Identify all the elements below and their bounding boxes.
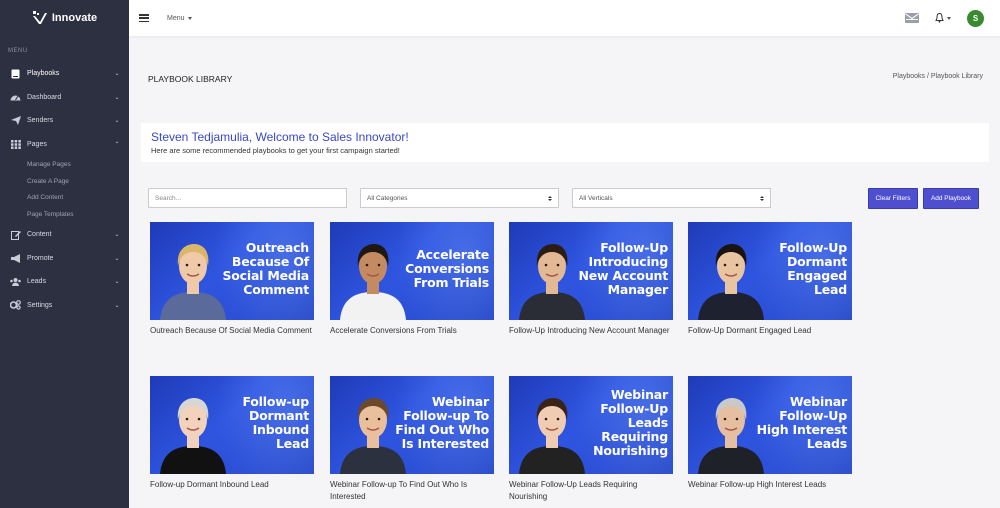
sidebar-item-leads[interactable]: Leads ⌄ bbox=[0, 270, 129, 294]
search-input[interactable] bbox=[148, 188, 347, 208]
playbook-thumbnail-title: Follow-up Dormant Inbound Lead bbox=[242, 394, 309, 451]
chevron-down-icon: ⌄ bbox=[114, 71, 120, 78]
sidebar-item-label: Playbooks bbox=[27, 70, 60, 78]
playbook-caption[interactable]: Follow-Up Introducing New Account Manage… bbox=[509, 325, 674, 337]
welcome-heading: Steven Tedjamulia, Welcome to Sales Inno… bbox=[151, 130, 409, 144]
welcome-subtext: Here are some recommended playbooks to g… bbox=[151, 146, 400, 155]
megaphone-icon bbox=[10, 253, 21, 263]
vertical-select-value: All Verticals bbox=[579, 194, 613, 202]
top-menu-label: Menu bbox=[167, 14, 185, 22]
category-select[interactable]: All Categories bbox=[360, 188, 559, 208]
playbook-thumbnail-title: Outreach Because Of Social Media Comment bbox=[222, 240, 309, 297]
top-right-actions: S bbox=[905, 0, 984, 36]
playbook-thumbnail-title: Webinar Follow-up To Find Out Who Is Int… bbox=[395, 394, 489, 451]
chevron-down-icon: ⌄ bbox=[114, 232, 120, 239]
sidebar-item-dashboard[interactable]: Dashboard ⌄ bbox=[0, 86, 129, 110]
breadcrumb[interactable]: Playbooks / Playbook Library bbox=[893, 73, 983, 80]
playbook-card[interactable]: Follow-Up Introducing New Account Manage… bbox=[509, 222, 674, 337]
sidebar-item-label: Leads bbox=[27, 278, 47, 286]
logo-icon bbox=[32, 10, 48, 26]
playbook-caption[interactable]: Outreach Because Of Social Media Comment bbox=[150, 325, 315, 337]
chevron-up-icon: ⌃ bbox=[114, 141, 120, 148]
sidebar-subitem-add-content[interactable]: Add Content bbox=[0, 190, 129, 207]
playbook-card[interactable]: Outreach Because Of Social Media Comment… bbox=[150, 222, 315, 337]
top-menu-dropdown[interactable]: Menu bbox=[167, 15, 192, 22]
sidebar-item-label: Promote bbox=[27, 254, 54, 262]
playbook-caption[interactable]: Webinar Follow-up To Find Out Who Is Int… bbox=[330, 479, 495, 503]
brand-name: Innovate bbox=[51, 12, 98, 24]
playbook-thumbnail-title: Follow-Up Introducing New Account Manage… bbox=[578, 240, 669, 297]
grid-icon bbox=[10, 139, 21, 149]
page-title: PLAYBOOK LIBRARY bbox=[148, 74, 233, 84]
avatar[interactable]: S bbox=[967, 9, 984, 27]
menu-heading: MENU bbox=[8, 48, 28, 54]
users-icon bbox=[10, 277, 21, 287]
sidebar-item-senders[interactable]: Senders ⌄ bbox=[0, 109, 129, 133]
chevron-down-icon: ⌄ bbox=[114, 279, 120, 286]
playbook-thumbnail-title: Accelerate Conversions From Trials bbox=[405, 247, 489, 290]
chevron-down-icon: ⌄ bbox=[114, 118, 120, 125]
chevron-down-icon: ⌄ bbox=[114, 302, 120, 309]
book-icon bbox=[10, 69, 21, 79]
playbook-thumbnail[interactable]: Follow-Up Dormant Engaged Lead bbox=[688, 222, 852, 320]
playbook-card[interactable]: Follow-Up Dormant Engaged Lead Follow-Up … bbox=[688, 222, 853, 337]
playbook-caption[interactable]: Accelerate Conversions From Trials bbox=[330, 325, 495, 337]
bell-icon bbox=[935, 13, 944, 23]
mail-icon[interactable] bbox=[905, 13, 919, 23]
select-arrows-icon bbox=[548, 195, 552, 201]
sidebar-item-pages[interactable]: Pages ⌃ bbox=[0, 133, 129, 157]
add-playbook-button[interactable]: Add Playbook bbox=[923, 188, 979, 209]
sidebar-subitem-page-templates[interactable]: Page Templates bbox=[0, 206, 129, 223]
top-bar: Menu S bbox=[129, 0, 1000, 36]
category-select-value: All Categories bbox=[367, 194, 408, 202]
notifications-dropdown[interactable] bbox=[935, 13, 951, 23]
vertical-select[interactable]: All Verticals bbox=[572, 188, 771, 208]
sidebar-item-settings[interactable]: Settings ⌄ bbox=[0, 294, 129, 318]
playbook-caption[interactable]: Webinar Follow-Up Leads Requiring Nouris… bbox=[509, 479, 674, 503]
playbook-caption[interactable]: Follow-up Dormant Inbound Lead bbox=[150, 479, 315, 491]
playbook-card[interactable]: Webinar Follow-Up High Interest Leads Web… bbox=[688, 376, 853, 491]
clear-filters-button[interactable]: Clear Filters bbox=[868, 188, 918, 209]
playbook-thumbnail[interactable]: Webinar Follow-Up High Interest Leads bbox=[688, 376, 852, 474]
caret-down-icon bbox=[187, 16, 192, 20]
sidebar: Innovate MENU Playbooks ⌄ Dashboard ⌄ Se… bbox=[0, 0, 129, 508]
gears-icon bbox=[10, 300, 21, 311]
sidebar-item-playbooks[interactable]: Playbooks ⌄ bbox=[0, 62, 129, 86]
playbook-thumbnail[interactable]: Accelerate Conversions From Trials bbox=[330, 222, 494, 320]
edit-icon bbox=[10, 230, 21, 240]
chevron-down-icon: ⌄ bbox=[114, 94, 120, 101]
dashboard-icon bbox=[10, 92, 21, 102]
playbook-thumbnail[interactable]: Follow-up Dormant Inbound Lead bbox=[150, 376, 314, 474]
caret-down-icon bbox=[947, 16, 951, 20]
playbook-thumbnail-title: Follow-Up Dormant Engaged Lead bbox=[779, 240, 847, 297]
playbook-thumbnail[interactable]: Webinar Follow-Up Leads Requiring Nouris… bbox=[509, 376, 673, 474]
chevron-down-icon: ⌄ bbox=[114, 255, 120, 262]
sidebar-item-label: Settings bbox=[27, 301, 53, 309]
brand[interactable]: Innovate bbox=[0, 0, 129, 36]
playbook-thumbnail-title: Webinar Follow-Up Leads Requiring Nouris… bbox=[593, 387, 668, 458]
playbook-thumbnail[interactable]: Outreach Because Of Social Media Comment bbox=[150, 222, 314, 320]
sidebar-item-label: Content bbox=[27, 231, 52, 239]
select-arrows-icon bbox=[760, 195, 764, 201]
sidebar-item-label: Pages bbox=[27, 140, 47, 148]
playbook-card[interactable]: Webinar Follow-Up Leads Requiring Nouris… bbox=[509, 376, 674, 503]
playbook-card[interactable]: Webinar Follow-up To Find Out Who Is Int… bbox=[330, 376, 495, 503]
playbook-caption[interactable]: Webinar Follow-up High Interest Leads bbox=[688, 479, 853, 491]
sidebar-subitem-manage-pages[interactable]: Manage Pages bbox=[0, 156, 129, 173]
playbook-card[interactable]: Accelerate Conversions From Trials Accele… bbox=[330, 222, 495, 337]
playbook-thumbnail-title: Webinar Follow-Up High Interest Leads bbox=[756, 394, 848, 451]
welcome-panel: Steven Tedjamulia, Welcome to Sales Inno… bbox=[141, 123, 989, 162]
paper-plane-icon bbox=[10, 116, 21, 126]
playbook-thumbnail[interactable]: Follow-Up Introducing New Account Manage… bbox=[509, 222, 673, 320]
hamburger-icon[interactable] bbox=[139, 14, 149, 22]
playbook-thumbnail[interactable]: Webinar Follow-up To Find Out Who Is Int… bbox=[330, 376, 494, 474]
sidebar-subitem-create-page[interactable]: Create A Page bbox=[0, 173, 129, 190]
sidebar-item-promote[interactable]: Promote ⌄ bbox=[0, 247, 129, 271]
sidebar-item-label: Dashboard bbox=[27, 93, 62, 101]
playbook-card[interactable]: Follow-up Dormant Inbound Lead Follow-up … bbox=[150, 376, 315, 491]
sidebar-item-label: Senders bbox=[27, 117, 54, 125]
sidebar-item-content[interactable]: Content ⌄ bbox=[0, 223, 129, 247]
playbook-caption[interactable]: Follow-Up Dormant Engaged Lead bbox=[688, 325, 853, 337]
